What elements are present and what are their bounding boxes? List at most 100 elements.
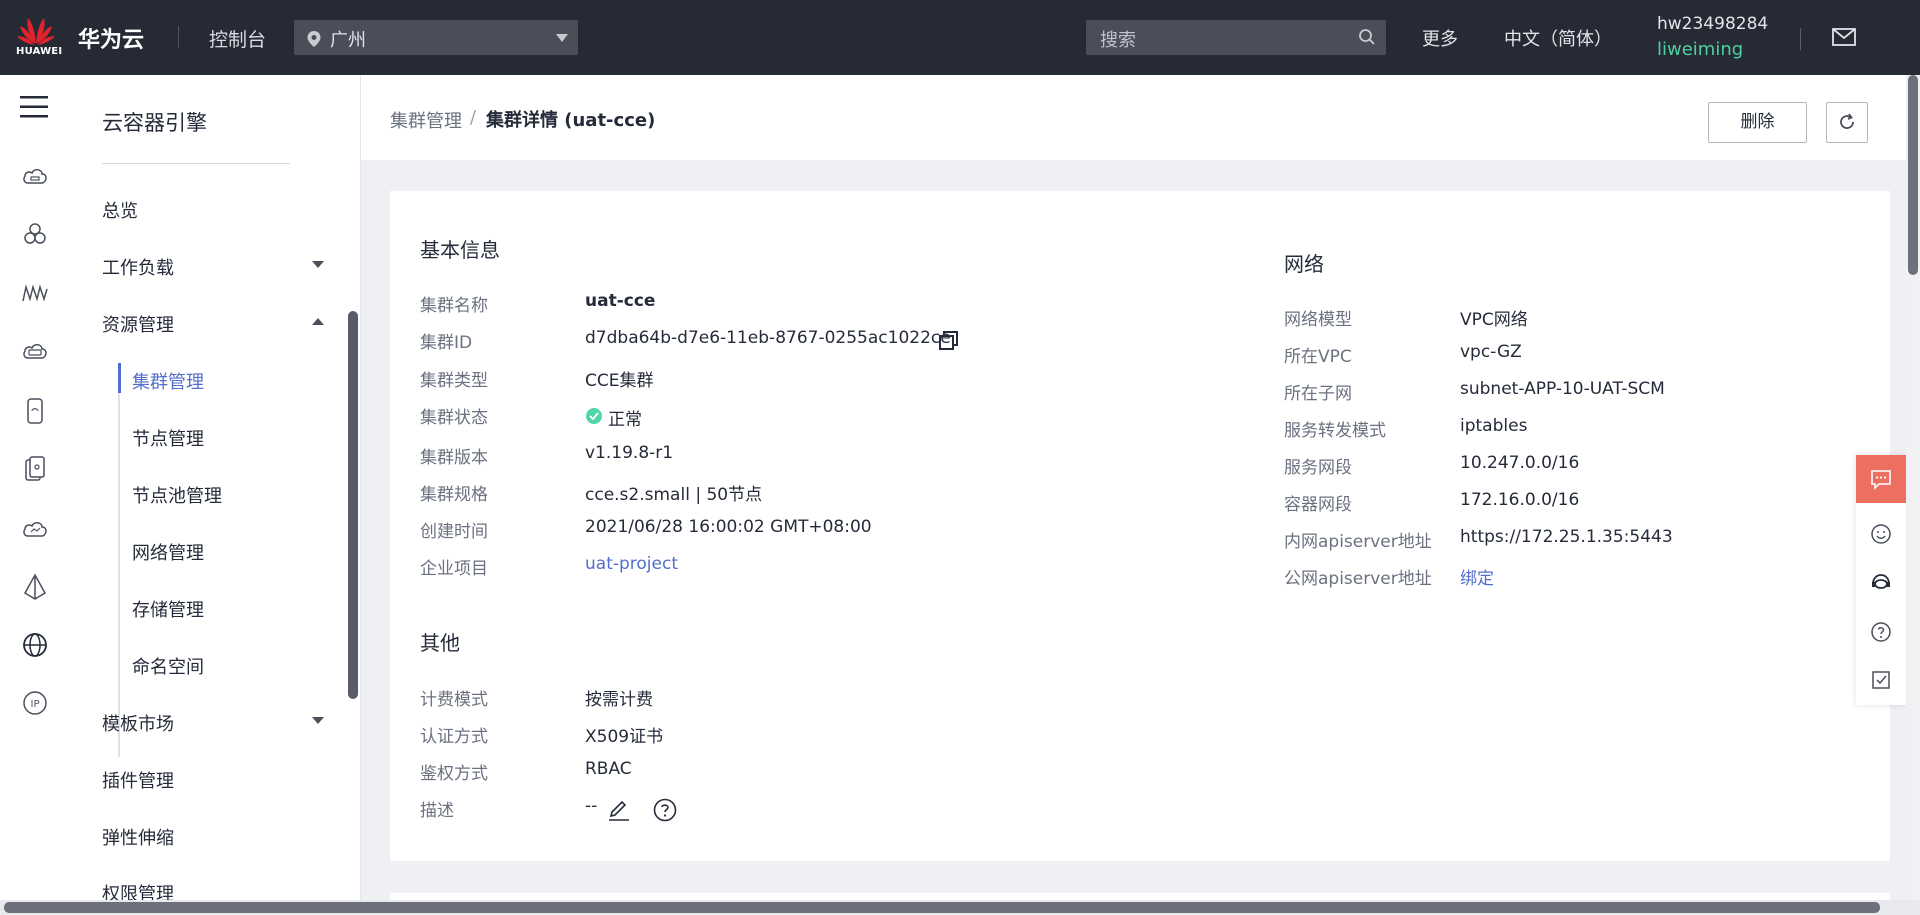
globe-icon[interactable] xyxy=(21,631,49,659)
value-service-cidr: 10.247.0.0/16 xyxy=(1460,453,1580,473)
value-network-model: VPC网络 xyxy=(1460,310,1528,330)
help-icon[interactable] xyxy=(1870,621,1892,643)
devices-icon[interactable] xyxy=(21,455,49,483)
consult-button[interactable] xyxy=(1856,455,1906,503)
breadcrumb-current: 集群详情 (uat-cce) xyxy=(486,110,656,131)
mail-icon[interactable] xyxy=(1832,28,1856,50)
section-title-basic: 基本信息 xyxy=(420,238,500,262)
search-input[interactable]: 搜索 xyxy=(1086,20,1386,55)
phone-icon[interactable] xyxy=(21,397,49,425)
delete-button[interactable]: 删除 xyxy=(1708,102,1807,143)
sub-user-name[interactable]: liweiming xyxy=(1657,39,1743,60)
value-cluster-type: CCE集群 xyxy=(585,371,654,391)
bind-eip-link[interactable]: 绑定 xyxy=(1460,564,1494,589)
label-billing-mode: 计费模式 xyxy=(420,690,488,710)
nav-item-network-mgmt[interactable]: 网络管理 xyxy=(132,539,204,565)
active-indicator xyxy=(118,363,121,393)
label-description: 描述 xyxy=(420,801,454,821)
nav-item-node-mgmt[interactable]: 节点管理 xyxy=(132,425,204,451)
nav-item-nodepool-mgmt[interactable]: 节点池管理 xyxy=(132,482,222,508)
value-cluster-name: uat-cce xyxy=(585,291,656,311)
smile-feedback-icon[interactable] xyxy=(1870,523,1892,545)
label-internal-apiserver: 内网apiserver地址 xyxy=(1284,532,1432,552)
label-network-model: 网络模型 xyxy=(1284,310,1352,330)
value-internal-apiserver: https://172.25.1.35:5443 xyxy=(1460,527,1673,547)
customer-service-icon[interactable] xyxy=(1870,572,1892,594)
value-vpc: vpc-GZ xyxy=(1460,342,1522,362)
search-icon[interactable] xyxy=(1358,28,1376,50)
cloud-storage-icon[interactable] xyxy=(21,337,49,365)
service-rail: IP xyxy=(0,75,73,915)
nav-item-autoscaling[interactable]: 弹性伸缩 xyxy=(102,824,174,850)
nav-item-addon-mgmt[interactable]: 插件管理 xyxy=(102,767,174,793)
help-icon[interactable] xyxy=(653,798,677,826)
value-cluster-spec: cce.s2.small | 50节点 xyxy=(585,485,763,505)
logo-text: HUAWEI xyxy=(16,46,63,57)
label-cluster-type: 集群类型 xyxy=(420,371,488,391)
value-authz-mode: RBAC xyxy=(585,759,632,779)
label-service-cidr: 服务网段 xyxy=(1284,458,1352,478)
refresh-icon xyxy=(1837,112,1857,136)
side-nav: 云容器引擎 总览 工作负载 资源管理 集群管理 节点管理 节点池管理 网络管理 … xyxy=(72,75,361,915)
label-container-cidr: 容器网段 xyxy=(1284,495,1352,515)
nav-title: 云容器引擎 xyxy=(102,111,207,135)
nav-item-namespace[interactable]: 命名空间 xyxy=(132,653,204,679)
value-forward-mode: iptables xyxy=(1460,416,1528,436)
nav-item-workload[interactable]: 工作负载 xyxy=(102,254,174,280)
language-select[interactable]: 中文（简体） xyxy=(1504,25,1612,51)
svg-text:IP: IP xyxy=(31,699,40,710)
section-title-network: 网络 xyxy=(1284,252,1324,276)
scrollbar-top-cap xyxy=(1906,0,1920,75)
label-public-apiserver: 公网apiserver地址 xyxy=(1284,569,1432,589)
breadcrumb-separator: / xyxy=(470,107,477,128)
horizontal-scrollbar-thumb[interactable] xyxy=(4,902,1880,913)
survey-icon[interactable] xyxy=(1870,669,1892,691)
console-link[interactable]: 控制台 xyxy=(209,25,266,52)
nav-item-template-market[interactable]: 模板市场 xyxy=(102,710,174,736)
cloud-icon[interactable] xyxy=(21,515,49,543)
floating-toolbar xyxy=(1856,455,1906,705)
label-enterprise-project: 企业项目 xyxy=(420,559,488,579)
region-value: 广州 xyxy=(330,30,366,51)
value-cluster-status: 正常 xyxy=(608,410,642,430)
chevron-down-icon[interactable] xyxy=(312,261,324,268)
chevron-up-icon[interactable] xyxy=(312,318,324,325)
chevron-down-icon xyxy=(556,34,568,42)
value-billing-mode: 按需计费 xyxy=(585,690,653,710)
account-name[interactable]: hw23498284 xyxy=(1657,14,1768,34)
nav-scrollbar[interactable] xyxy=(348,311,358,699)
label-forward-mode: 服务转发模式 xyxy=(1284,421,1386,441)
menu-icon[interactable] xyxy=(20,95,48,123)
cloud-server-icon[interactable] xyxy=(21,163,49,191)
page-scrollbar-thumb[interactable] xyxy=(1908,75,1918,275)
nav-item-overview[interactable]: 总览 xyxy=(102,197,138,223)
vertex-icon[interactable] xyxy=(21,573,49,601)
nav-item-resource[interactable]: 资源管理 xyxy=(102,311,174,337)
label-created-time: 创建时间 xyxy=(420,522,488,542)
label-cluster-version: 集群版本 xyxy=(420,448,488,468)
nav-item-storage-mgmt[interactable]: 存储管理 xyxy=(132,596,204,622)
copy-icon[interactable] xyxy=(938,330,960,356)
status-ok-icon xyxy=(585,407,603,429)
workload-icon[interactable] xyxy=(21,279,49,307)
value-created-time: 2021/06/28 16:00:02 GMT+08:00 xyxy=(585,517,872,537)
search-placeholder: 搜索 xyxy=(1100,30,1136,51)
breadcrumb-parent[interactable]: 集群管理 xyxy=(390,107,462,133)
refresh-button[interactable] xyxy=(1826,102,1868,143)
page-header: 集群管理 / 集群详情 (uat-cce) 删除 xyxy=(361,75,1906,160)
ip-icon[interactable]: IP xyxy=(21,689,49,717)
region-select[interactable]: 广州 xyxy=(294,20,578,55)
edit-icon[interactable] xyxy=(607,798,631,826)
cluster-icon[interactable] xyxy=(21,221,49,249)
chevron-down-icon[interactable] xyxy=(312,717,324,724)
divider xyxy=(102,163,290,164)
divider xyxy=(178,26,179,48)
value-cluster-version: v1.19.8-r1 xyxy=(585,443,674,463)
value-container-cidr: 172.16.0.0/16 xyxy=(1460,490,1580,510)
label-auth-mode: 认证方式 xyxy=(420,727,488,747)
value-subnet: subnet-APP-10-UAT-SCM xyxy=(1460,379,1665,399)
brand-name[interactable]: 华为云 xyxy=(78,22,144,54)
more-menu[interactable]: 更多 xyxy=(1422,25,1458,51)
nav-item-cluster-mgmt[interactable]: 集群管理 xyxy=(132,368,204,394)
enterprise-project-link[interactable]: uat-project xyxy=(585,554,678,574)
